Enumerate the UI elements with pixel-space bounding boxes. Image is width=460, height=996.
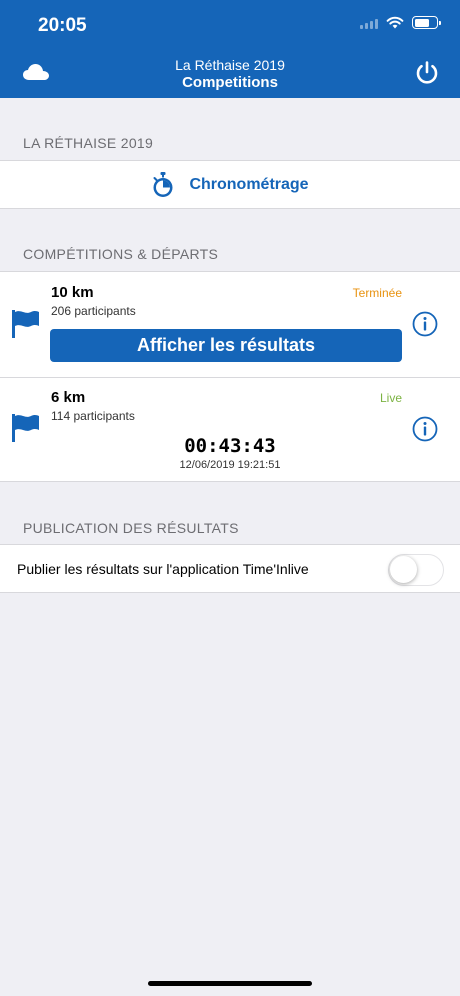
race-timer: 00:43:43: [184, 435, 276, 457]
publish-label: Publier les résultats sur l'application …: [17, 561, 309, 577]
nav-subtitle: La Réthaise 2019: [175, 57, 285, 73]
race-name: 6 km: [51, 389, 86, 406]
home-indicator[interactable]: [148, 981, 312, 986]
race-status-badge: Live: [379, 391, 402, 405]
publication-section-header: PUBLICATION DES RÉSULTATS: [23, 520, 239, 536]
race-participants: 206 participants: [51, 304, 136, 318]
info-icon[interactable]: [412, 416, 438, 442]
stopwatch-icon: [153, 171, 173, 197]
nav-bar: 20:05 La Réthaise 2019 Competitions: [0, 0, 460, 98]
race-status-badge: Terminée: [352, 286, 402, 300]
competitions-list: 10 km 206 participants Terminée Afficher…: [0, 271, 460, 482]
flag-icon: [12, 310, 39, 338]
chrono-cell[interactable]: Chronométrage: [0, 160, 460, 209]
race-participants: 114 participants: [51, 409, 135, 423]
publish-cell: Publier les résultats sur l'application …: [0, 544, 460, 593]
competitions-section-header: COMPÉTITIONS & DÉPARTS: [23, 246, 219, 262]
cellular-signal-icon: [360, 17, 378, 29]
chrono-label: Chronométrage: [189, 175, 309, 193]
status-time: 20:05: [38, 15, 87, 36]
toggle-knob: [390, 556, 417, 583]
info-icon[interactable]: [412, 311, 438, 337]
status-icons: [360, 16, 441, 29]
race-row-10km[interactable]: 10 km 206 participants Terminée Afficher…: [0, 272, 460, 377]
show-results-button[interactable]: Afficher les résultats: [50, 329, 402, 362]
power-icon[interactable]: [414, 60, 440, 86]
battery-icon: [412, 16, 441, 29]
wifi-icon: [386, 16, 404, 29]
race-row-6km[interactable]: 6 km 114 participants Live 00:43:43 12/0…: [0, 378, 460, 483]
race-name: 10 km: [51, 284, 94, 301]
publish-toggle[interactable]: [388, 554, 444, 586]
nav-title: Competitions: [182, 74, 278, 91]
race-timer-timestamp: 12/06/2019 19:21:51: [179, 459, 281, 471]
event-section-header: LA RÉTHAISE 2019: [23, 135, 154, 151]
